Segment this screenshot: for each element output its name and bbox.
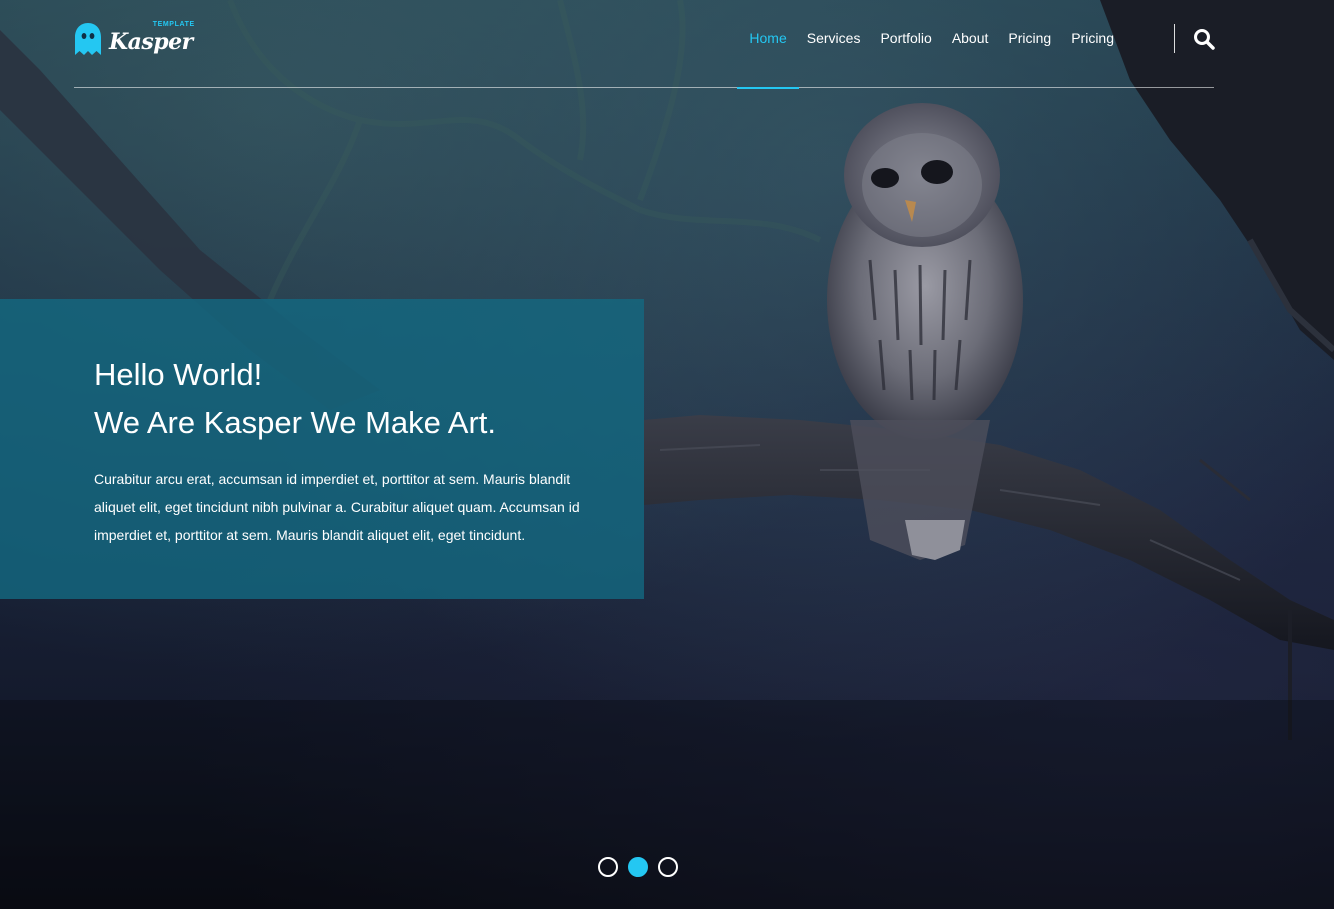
- intro-box: Hello World! We Are Kasper We Make Art. …: [0, 299, 644, 599]
- hero-title-line-2: We Are Kasper We Make Art.: [94, 405, 497, 440]
- slider-bullet-3[interactable]: [658, 857, 678, 877]
- slider-bullets: [598, 857, 678, 877]
- nav-item-pricing[interactable]: Pricing: [998, 28, 1061, 88]
- logo[interactable]: TEMPLATE Kasper: [74, 20, 195, 58]
- hero-section: TEMPLATE Kasper Home Services Portfolio …: [0, 0, 1334, 909]
- nav-item-services[interactable]: Services: [797, 28, 871, 88]
- main-nav: Home Services Portfolio About Pricing Pr…: [737, 28, 1124, 89]
- nav-item-pricing-2[interactable]: Pricing: [1061, 28, 1124, 88]
- nav-item-portfolio[interactable]: Portfolio: [870, 28, 941, 88]
- site-header: TEMPLATE Kasper Home Services Portfolio …: [74, 0, 1216, 89]
- ghost-icon: [75, 23, 101, 55]
- logo-subtext: TEMPLATE: [152, 21, 195, 28]
- search-icon[interactable]: [1192, 27, 1216, 51]
- nav-item-about[interactable]: About: [942, 28, 999, 88]
- nav-item-home[interactable]: Home: [737, 28, 800, 89]
- logo-text: TEMPLATE Kasper: [109, 21, 195, 55]
- logo-wordmark: Kasper: [109, 29, 193, 55]
- slider-bullet-1[interactable]: [598, 857, 618, 877]
- slider-bullet-2[interactable]: [628, 857, 648, 877]
- hero-description: Curabitur arcu erat, accumsan id imperdi…: [94, 471, 580, 543]
- hero-title: Hello World! We Are Kasper We Make Art.: [94, 351, 496, 447]
- nav-divider: [1174, 24, 1175, 53]
- hero-title-line-1: Hello World!: [94, 357, 263, 392]
